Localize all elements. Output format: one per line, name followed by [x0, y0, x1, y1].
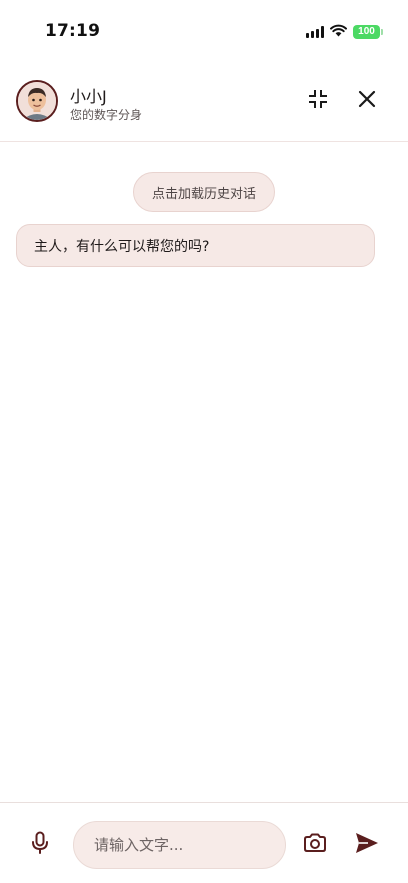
signal-icon: [306, 25, 324, 38]
send-button[interactable]: [353, 832, 381, 858]
message-text: 主人，有什么可以帮您的吗?: [34, 238, 210, 255]
send-icon: [355, 832, 379, 858]
wifi-icon: [330, 22, 347, 41]
status-time: 17:19: [45, 21, 101, 41]
voice-button[interactable]: [27, 831, 53, 859]
load-history-button[interactable]: 点击加载历史对话: [133, 172, 275, 212]
camera-icon: [303, 833, 327, 857]
collapse-button[interactable]: [305, 88, 331, 114]
status-bar: 17:19 100: [0, 0, 408, 62]
bot-name: 小小J: [70, 87, 107, 106]
close-button[interactable]: [354, 88, 380, 114]
status-icons: 100: [306, 22, 383, 41]
collapse-icon: [309, 90, 327, 112]
bot-subtitle: 您的数字分身: [70, 108, 143, 122]
battery-icon: 100: [353, 24, 383, 39]
bot-message-bubble: 主人，有什么可以帮您的吗?: [16, 224, 375, 267]
chat-area[interactable]: 点击加载历史对话 主人，有什么可以帮您的吗?: [0, 143, 408, 803]
message-input[interactable]: [73, 821, 286, 869]
camera-button[interactable]: [302, 833, 328, 857]
chat-header: 小小J 您的数字分身: [0, 70, 408, 142]
microphone-icon: [31, 831, 49, 859]
input-bar: [0, 802, 408, 883]
close-icon: [358, 90, 376, 112]
avatar[interactable]: [16, 80, 58, 122]
